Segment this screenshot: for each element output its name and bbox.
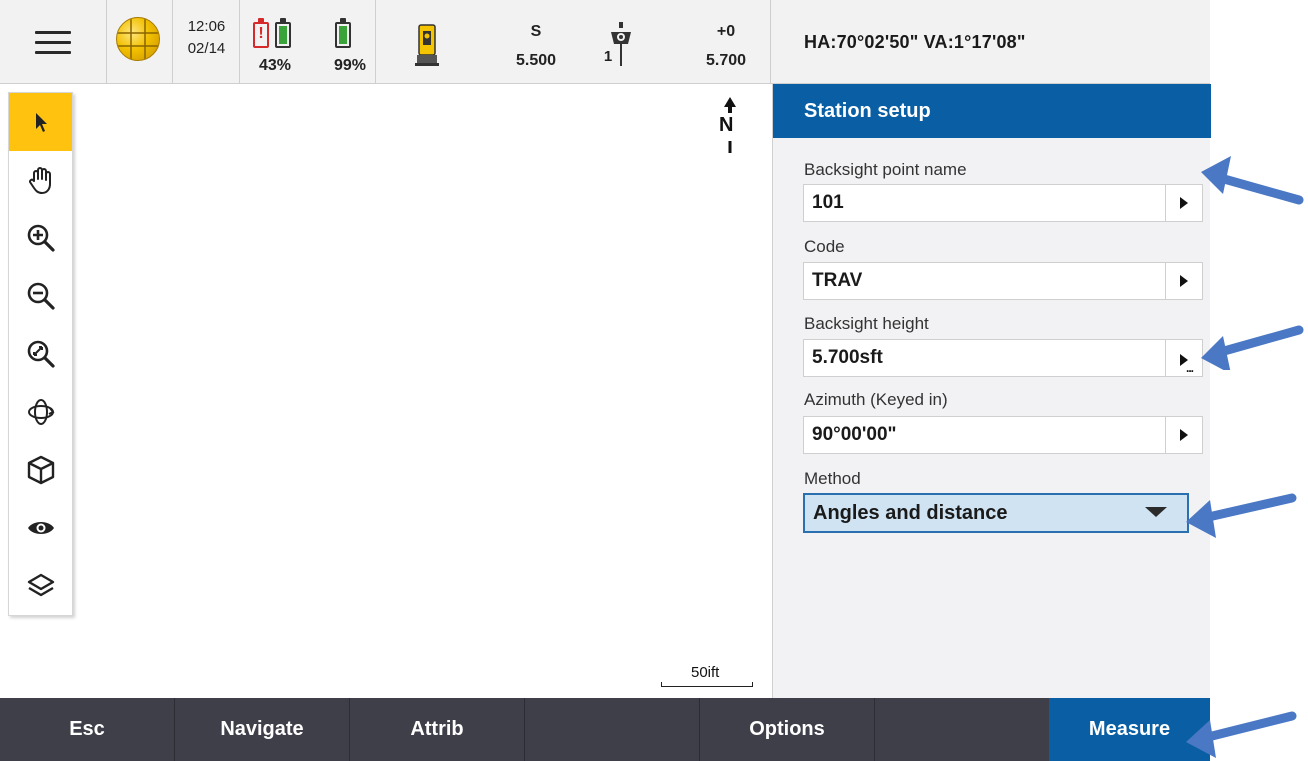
zoom-out-tool-button[interactable] [9, 267, 72, 325]
angles-readout: HA:70°02'50" VA:1°17'08" [804, 31, 1026, 52]
scale-bar [661, 686, 753, 687]
total-station-icon [415, 24, 439, 66]
instrument-mode: S [530, 23, 542, 40]
battery-1-percent: 43% [259, 57, 292, 74]
battery-icon [335, 18, 351, 48]
globe-icon [116, 17, 160, 61]
clock[interactable]: 12:06 02/14 [173, 0, 240, 84]
orbit-icon [27, 399, 55, 425]
scale-bar-tick [661, 682, 662, 687]
battery-status[interactable]: ! 43% 99% [240, 0, 376, 84]
backsight-point-name-field[interactable]: 101 [803, 184, 1203, 222]
cursor-arrow-icon [35, 113, 47, 132]
code-value: TRAV [812, 270, 863, 291]
map-toolbar [8, 92, 73, 616]
empty-softkey [525, 698, 700, 761]
target-offset: +0 [716, 23, 736, 40]
code-label: Code [804, 237, 845, 256]
zoom-in-icon [27, 224, 55, 252]
layers-icon [27, 573, 54, 597]
battery-2-percent: 99% [334, 57, 367, 74]
instrument-status[interactable]: S 5.500 1 +0 5.700 [376, 0, 771, 84]
hamburger-icon-bar [35, 41, 71, 44]
chevron-right-icon [1180, 197, 1188, 209]
azimuth-label: Azimuth (Keyed in) [804, 390, 948, 409]
navigate-button[interactable]: Navigate [175, 698, 350, 761]
target-number: 1 [603, 48, 613, 65]
hamburger-icon-bar [35, 51, 71, 54]
select-tool-button[interactable] [9, 93, 72, 151]
azimuth-picker-button[interactable] [1165, 417, 1202, 453]
chevron-right-icon [1180, 275, 1188, 287]
esc-button[interactable]: Esc [0, 698, 175, 761]
map-view[interactable] [80, 88, 770, 696]
zoom-extents-tool-button[interactable] [9, 325, 72, 383]
battery-warning-icon: ! [253, 18, 269, 48]
backsight-point-name-value: 101 [812, 192, 844, 213]
zoom-extents-icon [27, 340, 55, 368]
eye-icon [27, 522, 54, 534]
menu-button[interactable] [0, 0, 107, 84]
attrib-button[interactable]: Attrib [350, 698, 525, 761]
hand-icon [28, 167, 51, 194]
chevron-right-icon [1180, 429, 1188, 441]
visibility-tool-button[interactable] [9, 499, 72, 557]
orbit-tool-button[interactable] [9, 383, 72, 441]
method-label: Method [804, 469, 861, 488]
softkey-bar: Esc Navigate Attrib Options Measure [0, 698, 1210, 761]
backsight-point-name-label: Backsight point name [804, 160, 967, 179]
job-button[interactable] [107, 0, 173, 84]
panel-title: Station setup [773, 84, 1211, 138]
layers-tool-button[interactable] [9, 557, 72, 615]
backsight-height-value: 5.700sft [812, 347, 883, 368]
code-field[interactable]: TRAV [803, 262, 1203, 300]
time-text: 12:06 [187, 18, 226, 35]
options-button[interactable]: Options [700, 698, 875, 761]
azimuth-value: 90°00'00" [812, 424, 897, 445]
zoom-in-tool-button[interactable] [9, 209, 72, 267]
annotation-arrow-icon [1201, 325, 1304, 370]
station-setup-panel: Station setup Backsight point name 101 C… [772, 84, 1211, 698]
instrument-value: 5.500 [515, 52, 557, 69]
north-label: N [719, 114, 734, 136]
target-height: 5.700 [705, 52, 747, 69]
code-picker-button[interactable] [1165, 263, 1202, 299]
backsight-height-label: Backsight height [804, 314, 929, 333]
3d-view-tool-button[interactable] [9, 441, 72, 499]
annotation-arrow-icon [1186, 493, 1297, 538]
pan-tool-button[interactable] [9, 151, 72, 209]
zoom-out-icon [27, 282, 55, 310]
scale-bar-tick [752, 682, 753, 687]
scale-label: 50ift [691, 664, 720, 681]
hamburger-icon [35, 31, 71, 34]
method-value: Angles and distance [813, 502, 1008, 524]
empty-softkey [875, 698, 1050, 761]
backsight-height-field[interactable]: 5.700sft ... [803, 339, 1203, 377]
more-options-icon: ... [1186, 361, 1194, 375]
date-text: 02/14 [187, 40, 226, 57]
azimuth-field[interactable]: 90°00'00" [803, 416, 1203, 454]
dropdown-arrow-icon [1145, 507, 1167, 517]
method-dropdown[interactable]: Angles and distance [803, 493, 1189, 533]
battery-icon [275, 18, 291, 48]
cube-icon [27, 455, 54, 485]
annotation-arrow-icon [1186, 711, 1297, 758]
annotation-arrow-icon [1201, 156, 1304, 205]
